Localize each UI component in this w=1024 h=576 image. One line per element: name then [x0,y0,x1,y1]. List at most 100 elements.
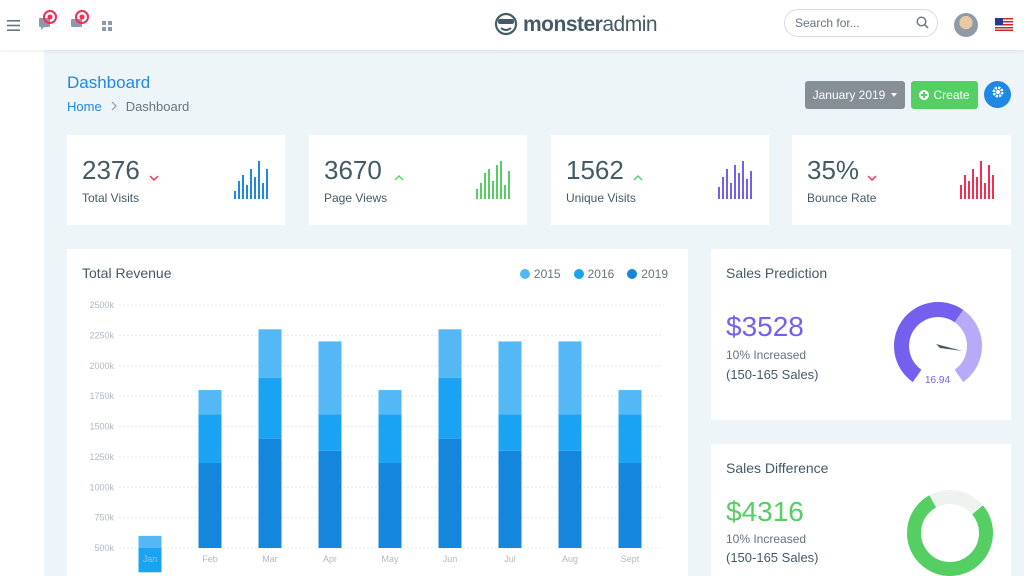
sparkline-bar [972,169,974,199]
bar-segment-2015[interactable] [438,329,462,378]
user-avatar[interactable] [954,13,978,37]
inbox-icon[interactable] [70,10,92,37]
sparkline-chart [718,161,752,199]
sparkline-bar [246,185,248,199]
x-tick-label: Jun [443,554,458,564]
difference-sales: (150-165 Sales) [726,550,819,565]
hamburger-menu-icon[interactable] [7,18,20,36]
difference-title: Sales Difference [726,460,829,476]
sparkline-bar [726,169,728,199]
bar-segment-2019[interactable] [558,450,582,548]
search-input[interactable] [795,16,913,30]
bar-segment-2015[interactable] [378,390,402,415]
month-dropdown-label: January 2019 [812,88,886,102]
x-tick-label: Aug [562,554,578,564]
chevron-right-icon [111,99,117,114]
bar-segment-2016[interactable] [318,414,342,451]
y-tick-label: 2500k [89,300,114,310]
stat-card-unique-visits: 1562 Unique Visits [551,135,769,225]
difference-value: $4316 [726,496,804,527]
gauge-needle [936,344,963,351]
sparkline-bar [238,181,240,199]
sparkline-bar [496,165,498,199]
sparkline-bar [262,183,264,199]
us-flag-icon[interactable] [995,18,1013,31]
x-tick-label: Mar [262,554,278,564]
top-bar: monsteradmin [0,0,1024,50]
bar-segment-2016[interactable] [498,414,522,451]
bar-segment-2015[interactable] [498,341,522,415]
bar-segment-2015[interactable] [318,341,342,415]
sparkline-bar [504,185,506,199]
sparkline-bar [992,175,994,199]
bar-segment-2015[interactable] [618,390,642,415]
sparkline-bar [258,161,260,199]
search-box[interactable] [784,9,938,37]
sparkline-bar [266,169,268,199]
month-dropdown-button[interactable]: January 2019 [805,81,905,109]
y-tick-label: 1000k [89,482,114,492]
settings-button[interactable] [984,81,1011,108]
sparkline-bar [738,173,740,199]
sparkline-bar [980,161,982,199]
y-tick-label: 1250k [89,452,114,462]
sparkline-bar [988,165,990,199]
x-tick-label: Feb [202,554,218,564]
bar-segment-2016[interactable] [558,414,582,451]
bar-segment-2019[interactable] [318,450,342,548]
stat-card-page-views: 3670 Page Views [309,135,527,225]
bar-segment-2019[interactable] [378,462,402,548]
sparkline-chart [960,161,994,199]
messages-icon[interactable] [38,10,60,37]
sparkline-bar [508,171,510,199]
bar-segment-2016[interactable] [258,377,282,439]
y-tick-label: 1750k [89,391,114,401]
search-icon[interactable] [916,16,929,34]
prediction-value: $3528 [726,311,804,342]
bar-segment-2019[interactable] [618,462,642,548]
x-tick-label: Sept [621,554,640,564]
gear-icon [991,85,1005,104]
app-logo[interactable]: monsteradmin [493,10,658,40]
stat-card-bounce-rate: 35% Bounce Rate [792,135,1011,225]
bar-segment-2019[interactable] [258,438,282,548]
grid-apps-icon[interactable] [102,18,112,36]
create-button[interactable]: Create [911,81,978,109]
bar-segment-2019[interactable] [498,450,522,548]
sidebar [0,50,44,576]
bar-segment-2016[interactable] [378,414,402,463]
sparkline-bar [254,177,256,199]
stat-value: 3670 [324,155,382,185]
plus-circle-icon [919,90,930,100]
difference-donut-chart [907,490,993,576]
bar-segment-2016[interactable] [198,414,222,463]
stat-value: 1562 [566,155,624,185]
x-tick-label: Apr [323,554,337,564]
sparkline-bar [718,187,720,199]
sparkline-chart [476,161,510,199]
sparkline-bar [734,165,736,199]
bar-segment-2015[interactable] [258,329,282,378]
bar-segment-2016[interactable] [438,377,462,439]
sparkline-bar [480,183,482,199]
sparkline-bar [742,161,744,199]
caret-down-icon [891,93,898,97]
bar-segment-2019[interactable] [198,462,222,548]
prediction-title: Sales Prediction [726,265,828,281]
gauge-value: 16.94 [925,375,951,386]
bar-segment-2016[interactable] [618,414,642,463]
stat-label: Bounce Rate [807,191,877,205]
bar-segment-2015[interactable] [558,341,582,415]
difference-increase: 10% Increased [726,532,807,546]
arrow-up-icon [394,168,404,186]
bar-segment-2015[interactable] [138,535,162,548]
total-revenue-card: Total Revenue 2015 2016 2019 500k 750k 100… [67,249,688,576]
sparkline-bar [488,169,490,199]
bar-segment-2019[interactable] [438,438,462,548]
bar-segment-2015[interactable] [198,390,222,415]
sales-difference-card: Sales Difference $4316 10% Increased (15… [711,444,1011,576]
breadcrumb-home-link[interactable]: Home [67,99,102,114]
sparkline-bar [242,175,244,199]
prediction-sales: (150-165 Sales) [726,367,819,382]
stat-value: 2376 [82,155,140,185]
